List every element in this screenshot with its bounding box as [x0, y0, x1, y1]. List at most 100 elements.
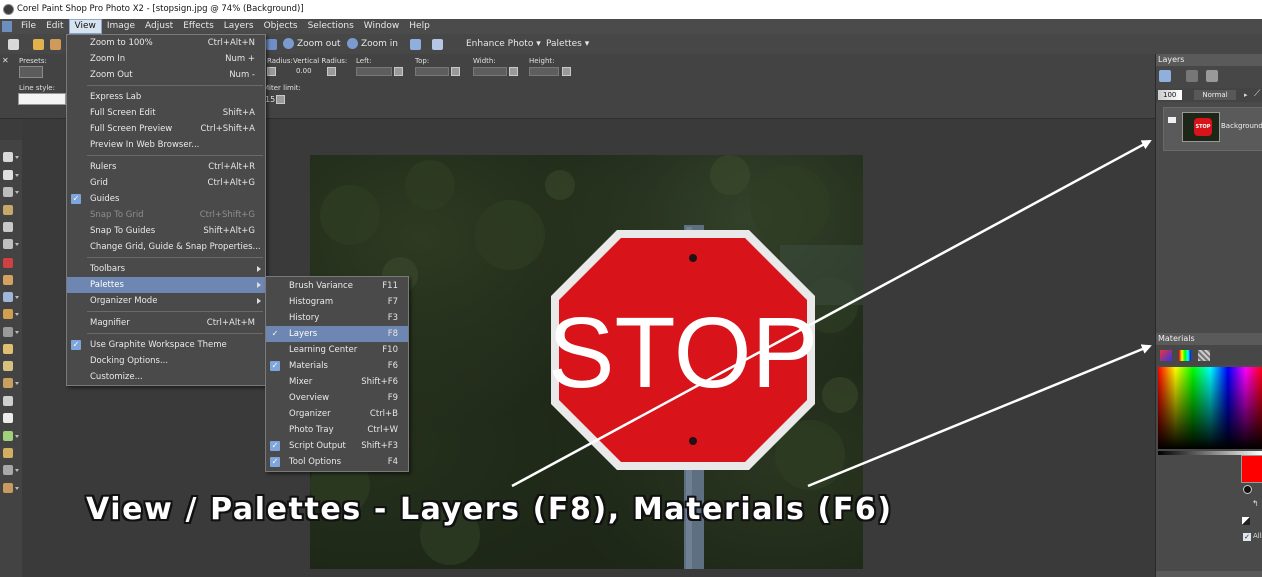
palette-item-photo-tray[interactable]: Photo Tray Ctrl+W	[266, 422, 408, 438]
palette-item-overview[interactable]: Overview F9	[266, 390, 408, 406]
palette-item-script-output[interactable]: ✓ Script Output Shift+F3	[266, 438, 408, 454]
menu-item-snap-to-guides[interactable]: Snap To Guides Shift+Alt+G	[67, 223, 265, 239]
pick-tool-icon[interactable]	[3, 170, 13, 180]
menu-item-customize[interactable]: Customize...	[67, 369, 265, 385]
clone-brush-icon[interactable]	[3, 292, 13, 302]
text-tool-icon[interactable]	[3, 413, 13, 423]
frame-tab-icon[interactable]	[1160, 350, 1172, 361]
new-layer-icon[interactable]	[1159, 70, 1171, 82]
top-spinner[interactable]	[451, 67, 460, 76]
menu-item-snap-to-grid[interactable]: Snap To Grid Ctrl+Shift+G	[67, 207, 265, 223]
tool-icon[interactable]	[266, 39, 277, 50]
new-file-icon[interactable]	[8, 39, 19, 50]
menu-image[interactable]: Image	[102, 19, 140, 34]
menu-selections[interactable]: Selections	[303, 19, 359, 34]
left-spinner[interactable]	[394, 67, 403, 76]
height-spinner[interactable]	[562, 67, 571, 76]
menu-item-rulers[interactable]: Rulers Ctrl+Alt+R	[67, 159, 265, 175]
warp-brush-icon[interactable]	[3, 465, 13, 475]
width-spinner[interactable]	[509, 67, 518, 76]
palette-item-mixer[interactable]: Mixer Shift+F6	[266, 374, 408, 390]
blend-arrow-icon[interactable]: ▸	[1244, 90, 1252, 100]
top-input[interactable]	[415, 67, 449, 76]
menu-window[interactable]: Window	[359, 19, 405, 34]
flood-fill-icon[interactable]	[3, 378, 13, 388]
vertical-radius-value[interactable]: 0.00	[296, 67, 312, 75]
menu-layers[interactable]: Layers	[219, 19, 259, 34]
texture-toggle-icon[interactable]	[1243, 485, 1252, 494]
reset-colors-icon[interactable]	[1242, 517, 1250, 525]
menu-view[interactable]: View	[68, 19, 102, 34]
height-input[interactable]	[529, 67, 559, 76]
dodge-icon[interactable]	[3, 327, 13, 337]
swap-colors-icon[interactable]: ↰	[1252, 499, 1259, 508]
smudge-icon[interactable]	[3, 344, 13, 354]
palette-item-tool-options[interactable]: ✓ Tool Options F4	[266, 454, 408, 470]
miter-limit-value[interactable]: 15	[265, 95, 275, 104]
palette-item-organizer[interactable]: Organizer Ctrl+B	[266, 406, 408, 422]
menu-adjust[interactable]: Adjust	[140, 19, 178, 34]
menu-item-organizer-mode[interactable]: Organizer Mode	[67, 293, 265, 309]
crop-icon[interactable]	[3, 222, 13, 232]
menu-item-full-screen-preview[interactable]: Full Screen Preview Ctrl+Shift+A	[67, 121, 265, 137]
menu-item-zoom-out[interactable]: Zoom Out Num -	[67, 67, 265, 83]
art-media-icon[interactable]	[3, 483, 13, 493]
menu-file[interactable]: File	[16, 19, 41, 34]
enhance-photo-button[interactable]: Enhance Photo ▾	[466, 37, 541, 51]
swatches-tab-icon[interactable]	[1198, 350, 1210, 361]
layer-row-background[interactable]: STOP Background	[1163, 107, 1262, 151]
pan-hand-icon[interactable]	[3, 152, 13, 162]
delete-layer-icon[interactable]	[1186, 70, 1198, 82]
palette-item-materials[interactable]: ✓ Materials F6	[266, 358, 408, 374]
menu-item-docking-options[interactable]: Docking Options...	[67, 353, 265, 369]
left-input[interactable]	[356, 67, 392, 76]
palette-item-history[interactable]: History F3	[266, 310, 408, 326]
vertical-radius-spinner[interactable]	[327, 67, 336, 76]
browse-icon[interactable]	[50, 39, 61, 50]
dropper-icon[interactable]	[3, 205, 13, 215]
menu-objects[interactable]: Objects	[259, 19, 303, 34]
menu-help[interactable]: Help	[404, 19, 435, 34]
selection-tool-icon[interactable]	[3, 187, 13, 197]
visibility-icon[interactable]	[1168, 117, 1176, 123]
menu-item-palettes[interactable]: Palettes	[67, 277, 265, 293]
palettes-button[interactable]: Palettes ▾	[546, 37, 589, 51]
pen-tool-icon[interactable]	[3, 448, 13, 458]
rainbow-tab-icon[interactable]	[1179, 350, 1191, 361]
paint-brush-icon[interactable]	[3, 309, 13, 319]
open-folder-icon[interactable]	[33, 39, 44, 50]
menu-edit[interactable]: Edit	[41, 19, 68, 34]
menu-item-toolbars[interactable]: Toolbars	[67, 261, 265, 277]
screen-icon[interactable]	[410, 39, 421, 50]
document-icon[interactable]	[2, 21, 12, 32]
width-input[interactable]	[473, 67, 507, 76]
brush-icon[interactable]: ⟋	[1254, 89, 1260, 99]
menu-effects[interactable]: Effects	[178, 19, 219, 34]
preset-shape-icon[interactable]	[3, 431, 13, 441]
palette-item-histogram[interactable]: Histogram F7	[266, 294, 408, 310]
color-spectrum[interactable]	[1158, 367, 1262, 449]
mask-icon[interactable]	[1206, 70, 1218, 82]
line-style-dropdown[interactable]	[18, 93, 66, 105]
palette-item-learning-center[interactable]: Learning Center F10	[266, 342, 408, 358]
zoom-in-button[interactable]: Zoom in	[347, 37, 398, 51]
menu-item-grid-properties[interactable]: Change Grid, Guide & Snap Properties...	[67, 239, 265, 255]
eraser-icon[interactable]	[3, 361, 13, 371]
blend-mode-dropdown[interactable]: Normal	[1194, 90, 1236, 100]
menu-item-magnifier[interactable]: Magnifier Ctrl+Alt+M	[67, 315, 265, 331]
red-eye-icon[interactable]	[3, 258, 13, 268]
menu-item-guides[interactable]: ✓ Guides	[67, 191, 265, 207]
move-icon[interactable]	[3, 239, 13, 249]
radius-spinner[interactable]	[267, 67, 276, 76]
menu-item-zoom-in[interactable]: Zoom In Num +	[67, 51, 265, 67]
menu-item-express-lab[interactable]: Express Lab	[67, 89, 265, 105]
close-options-icon[interactable]: ✕	[2, 56, 9, 65]
picture-tube-icon[interactable]	[3, 396, 13, 406]
opacity-field[interactable]: 100	[1158, 90, 1182, 100]
palette-item-brush-variance[interactable]: Brush Variance F11	[266, 278, 408, 294]
window-icon[interactable]	[432, 39, 443, 50]
menu-item-graphite-theme[interactable]: ✓ Use Graphite Workspace Theme	[67, 337, 265, 353]
foreground-color-swatch[interactable]	[1241, 455, 1262, 483]
zoom-out-button[interactable]: Zoom out	[283, 37, 341, 51]
menu-item-grid[interactable]: Grid Ctrl+Alt+G	[67, 175, 265, 191]
